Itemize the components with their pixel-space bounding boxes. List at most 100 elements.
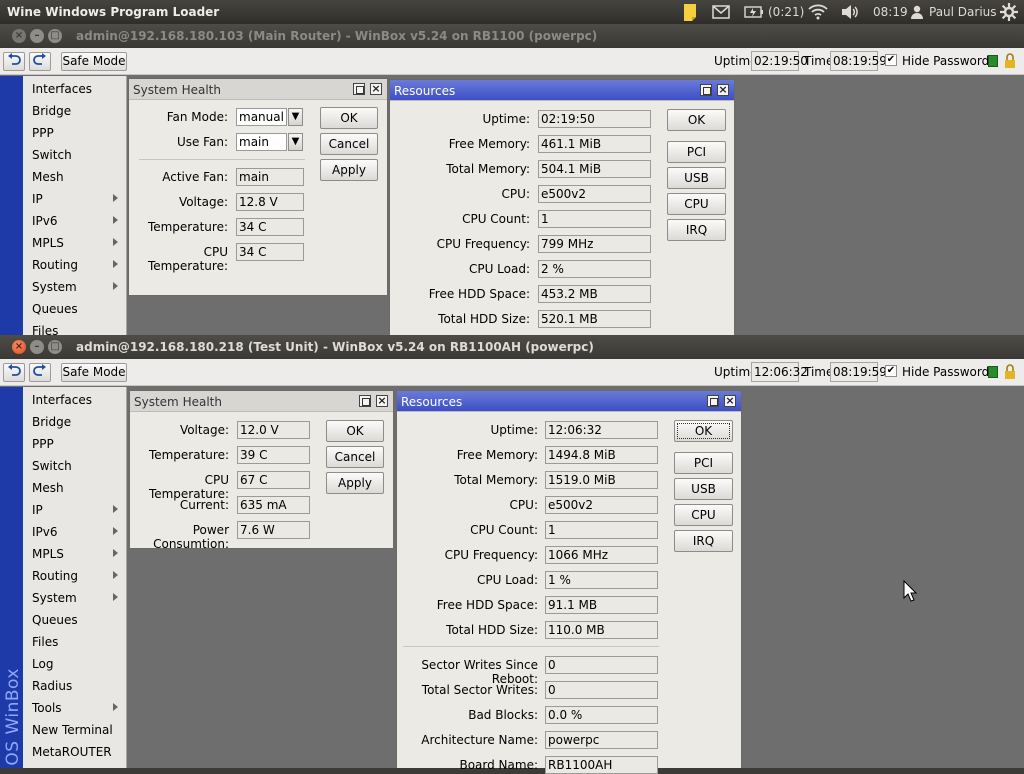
wifi-icon[interactable] bbox=[806, 0, 830, 24]
notes-icon[interactable] bbox=[678, 0, 702, 24]
submenu-arrow-icon bbox=[113, 194, 118, 202]
pci-button[interactable]: PCI bbox=[674, 452, 733, 474]
menu-item-system[interactable]: System bbox=[23, 587, 126, 609]
menu-item-metarouter[interactable]: MetaROUTER bbox=[23, 741, 126, 763]
hide-passwords-checkbox[interactable]: ✔ bbox=[885, 365, 897, 377]
dialog-titlebar[interactable]: System Health × bbox=[129, 79, 387, 100]
menu-item-new-terminal[interactable]: New Terminal bbox=[23, 719, 126, 741]
close-icon[interactable]: × bbox=[717, 84, 729, 96]
menu-item-mesh[interactable]: Mesh bbox=[23, 477, 126, 499]
field-label: Free HDD Space: bbox=[436, 598, 538, 612]
close-icon[interactable]: × bbox=[12, 29, 26, 43]
ok-button[interactable]: OK bbox=[667, 109, 726, 131]
minimize-icon[interactable]: – bbox=[30, 340, 44, 354]
safe-mode-button[interactable]: Safe Mode bbox=[61, 363, 127, 382]
undo-icon[interactable] bbox=[3, 363, 25, 382]
use-fan-select[interactable]: main bbox=[236, 133, 287, 151]
cpu-button[interactable]: CPU bbox=[667, 193, 726, 215]
menu-item-routing[interactable]: Routing bbox=[23, 565, 126, 587]
menu-item-ipv6[interactable]: IPv6 bbox=[23, 210, 126, 232]
dropdown-arrow-icon[interactable]: ▼ bbox=[288, 108, 303, 126]
cpu-temperature-value: 34 C bbox=[236, 243, 304, 261]
safe-mode-button[interactable]: Safe Mode bbox=[61, 52, 127, 71]
ok-button[interactable]: OK bbox=[320, 107, 378, 129]
winbox-strip: OS WinBox bbox=[0, 387, 23, 768]
maximize-icon[interactable]: □ bbox=[48, 340, 62, 354]
status-green-icon bbox=[988, 366, 998, 378]
menu-item-routing[interactable]: Routing bbox=[23, 254, 126, 276]
maximize-icon[interactable]: □ bbox=[48, 29, 62, 43]
menu-item-mesh[interactable]: Mesh bbox=[23, 166, 126, 188]
menu-item-ppp[interactable]: PPP bbox=[23, 122, 126, 144]
voltage-value: 12.0 V bbox=[237, 421, 310, 439]
menu-item-bridge[interactable]: Bridge bbox=[23, 411, 126, 433]
menu-item-files[interactable]: Files bbox=[23, 631, 126, 653]
hide-passwords-checkbox[interactable]: ✔ bbox=[885, 54, 897, 66]
menu-item-log[interactable]: Log bbox=[23, 653, 126, 675]
usb-button[interactable]: USB bbox=[674, 478, 733, 500]
power-gear-icon[interactable] bbox=[998, 0, 1020, 24]
close-icon[interactable]: × bbox=[376, 395, 388, 407]
menu-item-system[interactable]: System bbox=[23, 276, 126, 298]
window-titlebar[interactable]: × – □ admin@192.168.180.218 (Test Unit) … bbox=[0, 335, 1024, 359]
menu-item-label: Tools bbox=[32, 701, 62, 715]
free-memory-value: 1494.8 MiB bbox=[545, 446, 658, 464]
menu-item-interfaces[interactable]: Interfaces bbox=[23, 78, 126, 100]
fan-mode-select[interactable]: manual bbox=[236, 108, 287, 126]
undo-icon[interactable] bbox=[3, 52, 25, 71]
redo-icon[interactable] bbox=[29, 52, 51, 71]
battery-icon[interactable] bbox=[742, 0, 766, 24]
pci-button[interactable]: PCI bbox=[667, 141, 726, 163]
menu-item-queues[interactable]: Queues bbox=[23, 298, 126, 320]
menu-item-tools[interactable]: Tools bbox=[23, 697, 126, 719]
dialog-titlebar[interactable]: Resources × bbox=[397, 391, 741, 412]
menu-item-ip[interactable]: IP bbox=[23, 499, 126, 521]
mail-icon[interactable] bbox=[709, 0, 733, 24]
maximize-icon[interactable] bbox=[700, 84, 712, 96]
menu-item-interfaces[interactable]: Interfaces bbox=[23, 389, 126, 411]
minimize-icon[interactable]: – bbox=[30, 29, 44, 43]
cpu-button[interactable]: CPU bbox=[674, 504, 733, 526]
field-label: Bad Blocks: bbox=[468, 708, 538, 722]
apply-button[interactable]: Apply bbox=[326, 472, 384, 494]
ok-button[interactable]: OK bbox=[674, 420, 733, 442]
menu-item-mpls[interactable]: MPLS bbox=[23, 232, 126, 254]
close-icon[interactable]: × bbox=[370, 83, 382, 95]
menu-item-radius[interactable]: Radius bbox=[23, 675, 126, 697]
menu-item-switch[interactable]: Switch bbox=[23, 144, 126, 166]
menu-item-ppp[interactable]: PPP bbox=[23, 433, 126, 455]
menu-item-mpls[interactable]: MPLS bbox=[23, 543, 126, 565]
user-name[interactable]: Paul Darius bbox=[929, 5, 997, 19]
menu-item-label: Routing bbox=[32, 569, 79, 583]
menu-item-ipv6[interactable]: IPv6 bbox=[23, 521, 126, 543]
menu-item-ip[interactable]: IP bbox=[23, 188, 126, 210]
dialog-titlebar[interactable]: System Health × bbox=[130, 391, 393, 412]
field-label: CPU Load: bbox=[476, 573, 538, 587]
close-icon[interactable]: × bbox=[724, 395, 736, 407]
apply-button[interactable]: Apply bbox=[320, 159, 378, 181]
field-label: CPU: bbox=[501, 187, 530, 201]
cancel-button[interactable]: Cancel bbox=[320, 133, 378, 155]
sidebar-menu: OS WinBox Interfaces Bridge PPP Switch M… bbox=[0, 387, 127, 768]
dropdown-arrow-icon[interactable]: ▼ bbox=[288, 133, 303, 151]
irq-button[interactable]: IRQ bbox=[667, 219, 726, 241]
field-label: Voltage: bbox=[178, 195, 228, 209]
maximize-icon[interactable] bbox=[359, 395, 371, 407]
usb-button[interactable]: USB bbox=[667, 167, 726, 189]
ok-button[interactable]: OK bbox=[326, 420, 384, 442]
maximize-icon[interactable] bbox=[353, 83, 365, 95]
redo-icon[interactable] bbox=[29, 363, 51, 382]
maximize-icon[interactable] bbox=[707, 395, 719, 407]
irq-button[interactable]: IRQ bbox=[674, 530, 733, 552]
menu-item-queues[interactable]: Queues bbox=[23, 609, 126, 631]
dialog-titlebar[interactable]: Resources × bbox=[390, 80, 734, 101]
menu-item-switch[interactable]: Switch bbox=[23, 455, 126, 477]
volume-icon[interactable] bbox=[838, 0, 862, 24]
close-icon[interactable]: × bbox=[12, 340, 26, 354]
cpu-load-value: 2 % bbox=[538, 260, 651, 278]
window-titlebar[interactable]: × – □ admin@192.168.180.103 (Main Router… bbox=[0, 24, 1024, 48]
menu-item-bridge[interactable]: Bridge bbox=[23, 100, 126, 122]
clock[interactable]: 08:19 bbox=[873, 5, 908, 19]
menu-item-files[interactable]: Files bbox=[23, 320, 126, 335]
cancel-button[interactable]: Cancel bbox=[326, 446, 384, 468]
